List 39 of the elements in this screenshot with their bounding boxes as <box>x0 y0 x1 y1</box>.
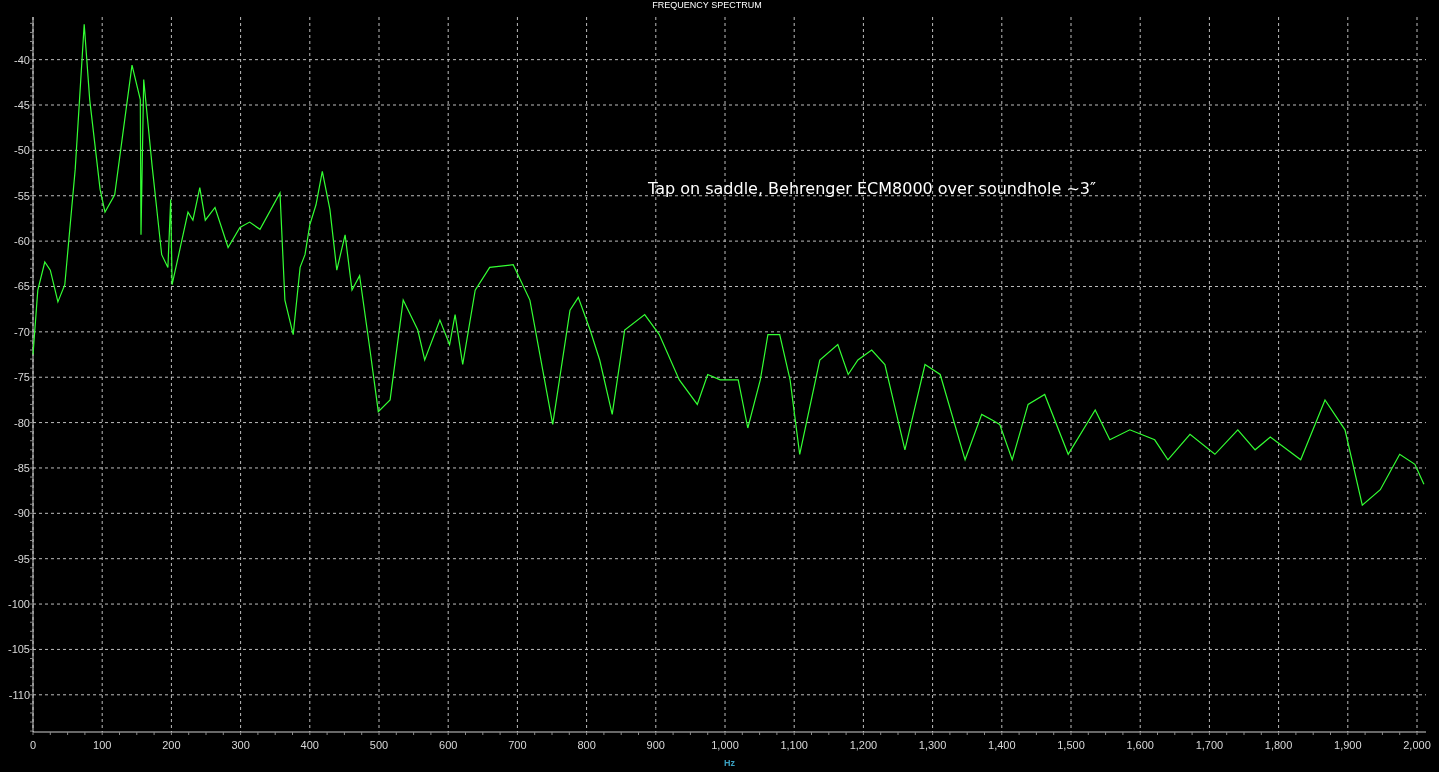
chart-annotation: Tap on saddle, Behrenger ECM8000 over soundhole ~3″ <box>648 179 1097 198</box>
axis-tick-label: 600 <box>439 739 458 751</box>
axis-label: Hz <box>724 758 735 768</box>
axis-tick-label: 900 <box>646 739 665 751</box>
axis-tick-label: 100 <box>93 739 112 751</box>
axis-tick-label: -40 <box>14 53 30 66</box>
axis-tick-label: 1,100 <box>780 739 808 751</box>
axis-tick-label: 400 <box>300 739 319 751</box>
axis-tick-label: 1,000 <box>711 739 739 751</box>
axis-tick-label: 1,500 <box>1057 739 1085 751</box>
axis-tick-label: 1,800 <box>1264 739 1293 751</box>
axis-tick-label: -90 <box>14 507 30 520</box>
axis-tick-label: 1,200 <box>849 739 878 751</box>
axis-tick-label: -70 <box>14 325 30 338</box>
chart-title: FREQUENCY SPECTRUM <box>652 0 762 10</box>
axis-tick-label: 500 <box>369 739 389 751</box>
axis-tick-label: -45 <box>14 99 30 111</box>
axis-tick-label: 800 <box>577 739 596 751</box>
axis-tick-label: 0 <box>29 739 37 751</box>
axis-tick-label: 2,000 <box>1403 739 1431 751</box>
axis-tick-label: -110 <box>8 688 30 701</box>
axis-tick-label: -80 <box>14 416 30 429</box>
axis-tick-label: 1,400 <box>988 739 1016 751</box>
axis-tick-label: -85 <box>14 461 30 474</box>
axis-tick-label: -105 <box>7 643 30 656</box>
axis-tick-label: -100 <box>7 598 30 611</box>
axis-tick-label: -95 <box>14 552 30 565</box>
axis-tick-label: -50 <box>14 144 30 157</box>
axis-tick-label: -55 <box>14 189 30 202</box>
axis-tick-label: 200 <box>162 739 181 751</box>
axis-tick-label: -75 <box>14 371 30 384</box>
axis-tick-label: 1,300 <box>918 739 947 751</box>
axis-tick-label: 1,900 <box>1334 739 1362 751</box>
axis-tick-label: 300 <box>231 739 250 751</box>
axis-tick-label: -65 <box>14 280 30 293</box>
axis-tick-label: 1,700 <box>1195 739 1224 751</box>
axis-tick-label: 700 <box>508 739 527 751</box>
axis-tick-label: 1,600 <box>1126 739 1154 751</box>
axis-tick-label: -60 <box>14 235 30 248</box>
